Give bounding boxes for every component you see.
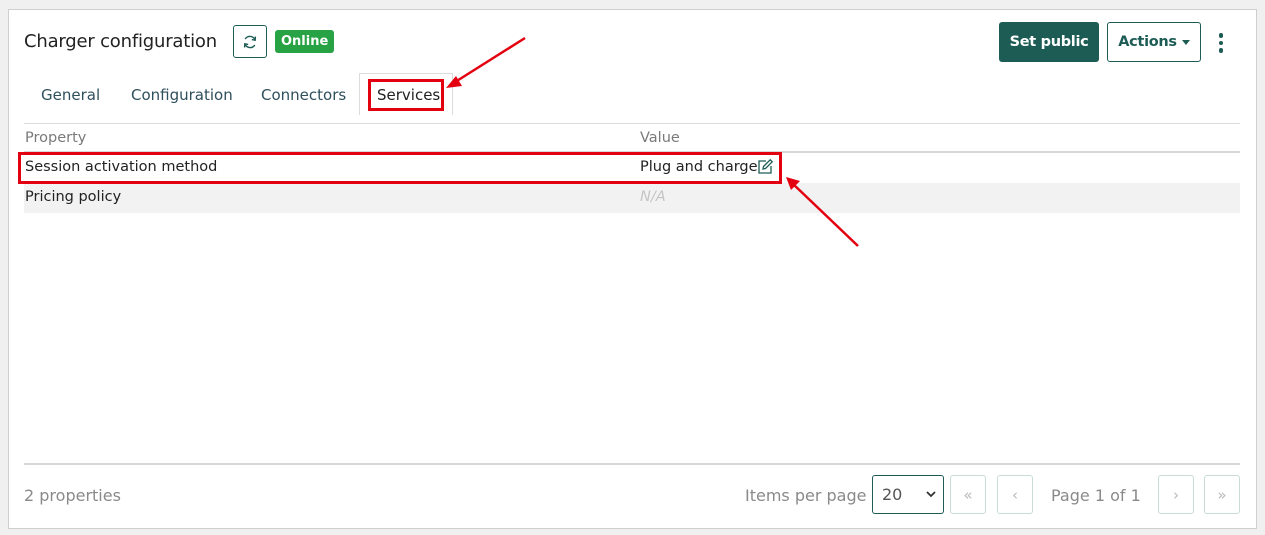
actions-button[interactable]: Actions — [1107, 22, 1201, 62]
property-cell: Pricing policy — [25, 189, 122, 205]
caret-down-icon — [1181, 39, 1190, 45]
status-badge: Online — [275, 30, 335, 53]
tab-connectors[interactable]: Connectors — [261, 86, 346, 104]
prev-page-button[interactable]: ‹ — [997, 475, 1033, 514]
property-count: 2 properties — [24, 486, 121, 505]
chevron-down-icon — [926, 491, 936, 498]
page-info: Page 1 of 1 — [1051, 486, 1141, 505]
items-per-page-label: Items per page — [745, 486, 867, 505]
next-page-button[interactable]: › — [1158, 475, 1194, 514]
footer-divider — [24, 463, 1240, 465]
value-cell: N/A — [640, 189, 666, 205]
first-page-button[interactable]: « — [950, 475, 986, 514]
set-public-label: Set public — [1009, 34, 1089, 50]
tab-general[interactable]: General — [41, 86, 100, 104]
set-public-button[interactable]: Set public — [999, 22, 1099, 62]
column-header-property: Property — [25, 130, 87, 146]
refresh-button[interactable] — [233, 25, 267, 58]
table-row: Pricing policy N/A — [24, 183, 1240, 213]
column-header-value: Value — [640, 130, 680, 146]
tab-configuration[interactable]: Configuration — [131, 86, 233, 104]
tabs-divider — [24, 123, 1240, 124]
annotation-box-row — [18, 152, 782, 184]
items-per-page-select[interactable]: 20 — [872, 475, 944, 514]
items-per-page-value: 20 — [882, 485, 903, 504]
actions-label: Actions — [1118, 34, 1177, 50]
refresh-icon — [243, 35, 257, 48]
page-title: Charger configuration — [24, 31, 217, 52]
annotation-box-tab — [368, 79, 444, 111]
kebab-menu-icon[interactable] — [1212, 30, 1230, 56]
last-page-button[interactable]: » — [1204, 475, 1240, 514]
